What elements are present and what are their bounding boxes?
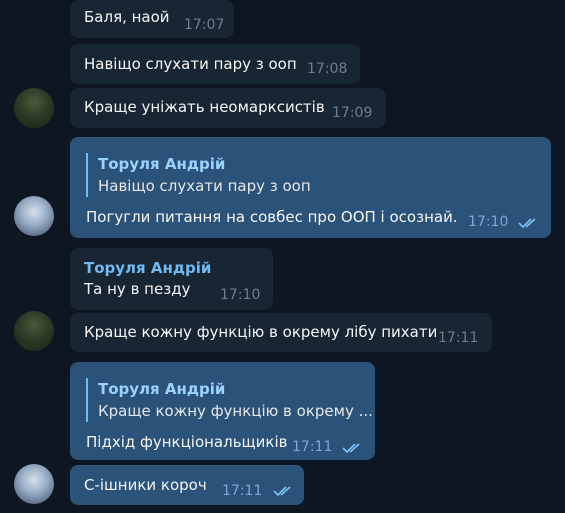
message-text: Підхід функціональщиків — [86, 433, 288, 451]
reply-text: Навіщо слухати пару з ооп — [98, 177, 311, 195]
reply-text: Краще кожну функцію в окрему ... — [98, 402, 373, 420]
reply-quote[interactable]: Торуля Андрій Краще кожну функцію в окре… — [86, 378, 373, 422]
message-bubble[interactable]: Краще кожну функцію в окрему лібу пихати… — [70, 313, 492, 352]
double-check-icon — [518, 218, 536, 229]
message-bubble[interactable]: Баля, наой 17:07 — [70, 0, 234, 38]
message-time: 17:09 — [332, 105, 373, 121]
message-bubble[interactable]: Краще уніжать неомарксистів 17:09 — [70, 88, 386, 128]
message-bubble[interactable]: Навіщо слухати пару з ооп 17:08 — [70, 44, 360, 84]
message-time: 17:07 — [184, 17, 225, 33]
double-check-icon — [273, 486, 291, 497]
message-text: Баля, наой — [84, 8, 170, 26]
message-time: 17:10 — [220, 287, 261, 303]
reply-sender-name: Торуля Андрій — [98, 380, 226, 398]
message-bubble[interactable]: Торуля Андрій Краще кожну функцію в окре… — [70, 362, 375, 460]
avatar[interactable] — [14, 311, 54, 351]
avatar[interactable] — [14, 464, 54, 504]
message-text: Навіщо слухати пару з ооп — [84, 55, 297, 73]
avatar[interactable] — [14, 196, 54, 236]
message-time: 17:10 — [468, 214, 509, 230]
message-time: 17:11 — [438, 330, 479, 346]
message-time: 17:08 — [307, 61, 348, 77]
message-bubble[interactable]: Торуля Андрій Та ну в пезду 17:10 — [70, 248, 273, 310]
message-text: С-ішники короч — [84, 476, 207, 494]
message-text: Краще кожну функцію в окрему лібу пихати — [84, 323, 438, 341]
avatar[interactable] — [14, 88, 54, 128]
sender-name[interactable]: Торуля Андрій — [84, 259, 211, 277]
reply-quote[interactable]: Торуля Андрій Навіщо слухати пару з ооп — [86, 153, 311, 197]
message-bubble[interactable]: Торуля Андрій Навіщо слухати пару з ооп … — [70, 137, 551, 238]
message-text: Краще уніжать неомарксистів — [84, 98, 325, 116]
message-text: Та ну в пезду — [84, 280, 191, 298]
double-check-icon — [342, 443, 360, 454]
message-text: Погугли питання на совбес про ООП і осоз… — [86, 208, 458, 226]
reply-sender-name: Торуля Андрій — [98, 155, 226, 173]
message-bubble[interactable]: С-ішники короч 17:11 — [70, 465, 304, 505]
message-time: 17:11 — [292, 439, 333, 455]
message-time: 17:11 — [222, 483, 263, 499]
